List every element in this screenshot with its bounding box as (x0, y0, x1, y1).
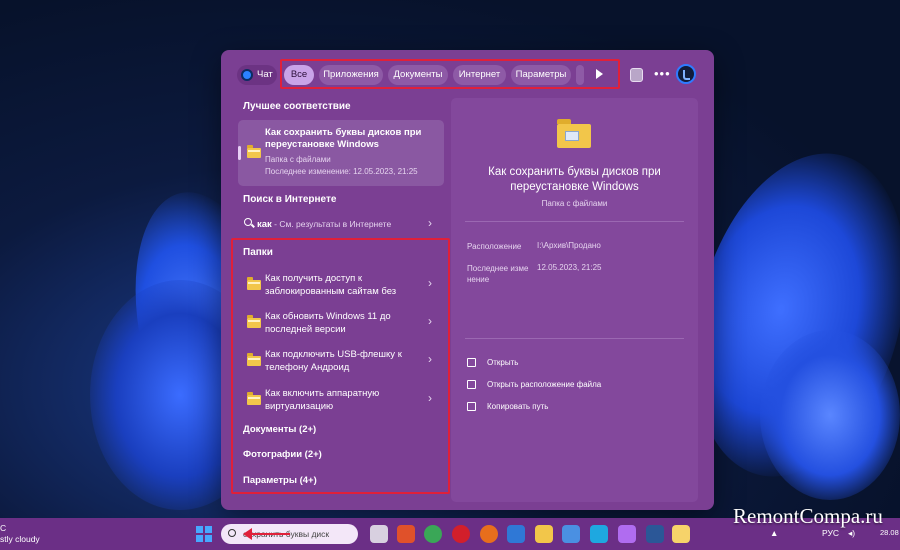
folder-icon (247, 145, 261, 158)
copy-icon (467, 402, 476, 411)
folder-result[interactable]: Как получить доступ к заблокированным са… (238, 270, 444, 304)
modified-value: 12.05.2023, 21:25 (537, 263, 602, 272)
open-location-label: Открыть расположение файла (487, 380, 602, 389)
language-indicator[interactable]: РУС (822, 528, 839, 538)
folder-result[interactable]: Как обновить Windows 11 до последней вер… (238, 308, 444, 342)
category-documents[interactable]: Документы (2+) (243, 424, 316, 435)
annotation-arrow-head (243, 528, 252, 540)
copy-path-action[interactable]: Копировать путь (467, 400, 548, 414)
word-icon[interactable] (646, 525, 664, 543)
filter-chip-all[interactable]: Все (284, 65, 314, 85)
best-match-card[interactable]: Как сохранить буквы дисков при переустан… (238, 120, 444, 186)
chat-label: Чат (257, 69, 273, 80)
preview-pane: Как сохранить буквы дисков при переустан… (451, 98, 698, 502)
pen-icon[interactable] (562, 525, 580, 543)
file-explorer-icon[interactable] (535, 525, 553, 543)
speaker-icon[interactable]: ◂) (848, 528, 855, 539)
open-action[interactable]: Открыть (467, 356, 518, 370)
copy-path-label: Копировать путь (487, 402, 549, 411)
folder-result[interactable]: Как включить аппаратную виртуализацию › (238, 385, 444, 419)
opera-icon[interactable] (452, 525, 470, 543)
preview-title: Как сохранить буквы дисков при переустан… (488, 166, 661, 193)
chevron-right-icon: › (428, 391, 432, 405)
open-location-action[interactable]: Открыть расположение файла (467, 378, 601, 392)
folder-result-label: Как получить доступ к заблокированным са… (265, 273, 397, 297)
app-icon[interactable] (397, 525, 415, 543)
chevron-right-icon: › (428, 276, 432, 290)
app-icon[interactable] (507, 525, 525, 543)
bing-icon[interactable] (676, 64, 696, 84)
folders-heading: Папки (243, 247, 273, 258)
folder-result-label: Как включить аппаратную виртуализацию (265, 388, 380, 412)
copilot-icon[interactable] (618, 525, 636, 543)
filter-chip-internet[interactable]: Интернет (453, 65, 506, 85)
divider (465, 221, 684, 222)
search-panel: Чат Все Приложения Документы Интернет Па… (221, 50, 714, 510)
annotation-arrow (250, 533, 290, 535)
web-result-text: как - См. результаты в Интернете (257, 219, 391, 230)
weather-temp: C (0, 523, 7, 533)
web-suffix: - См. результаты в Интернете (271, 219, 392, 229)
filter-chip-overflow[interactable] (576, 65, 584, 85)
best-match-type: Папка с файлами (265, 155, 331, 164)
folder-icon (557, 119, 591, 148)
chevron-right-icon: › (428, 216, 432, 230)
folder-icon (247, 392, 261, 405)
weather-condition: stly cloudy (0, 534, 40, 544)
preview-type: Папка с файлами (541, 199, 608, 208)
folder-result-label: Как обновить Windows 11 до последней вер… (265, 311, 391, 335)
play-icon[interactable] (596, 69, 603, 79)
search-icon (228, 529, 236, 537)
best-match-modified: Последнее изменение: 12.05.2023, 21:25 (265, 167, 418, 176)
task-view-icon[interactable] (370, 525, 388, 543)
folder-icon (247, 353, 261, 366)
filter-chip-documents[interactable]: Документы (388, 65, 448, 85)
modified-label: Последнее изме нение (467, 264, 529, 284)
best-match-title: Как сохранить буквы дисков при переустан… (265, 127, 422, 150)
windows-start-icon[interactable] (196, 526, 212, 542)
open-external-icon (467, 358, 476, 367)
folder-icon (247, 315, 261, 328)
chevron-right-icon: › (428, 314, 432, 328)
chrome-icon[interactable] (424, 525, 442, 543)
filter-chip-apps[interactable]: Приложения (319, 65, 383, 85)
clock[interactable]: 28.08 (880, 528, 899, 537)
location-value: I:\Архив\Продано (537, 241, 601, 250)
category-settings[interactable]: Параметры (4+) (243, 475, 317, 486)
web-heading: Поиск в Интернете (243, 194, 337, 205)
bing-icon (241, 69, 253, 81)
skype-icon[interactable] (590, 525, 608, 543)
more-icon[interactable]: ••• (654, 66, 671, 81)
watermark: RemontCompa.ru (733, 504, 883, 528)
tray-chevron-icon[interactable]: ▲ (770, 528, 778, 538)
folder-result[interactable]: Как подключить USB-флешку к телефону Анд… (238, 346, 444, 380)
filter-bar: Чат Все Приложения Документы Интернет Па… (221, 59, 714, 89)
folder-open-icon (467, 380, 476, 389)
clipboard-icon[interactable] (630, 68, 643, 82)
location-label: Расположение (467, 242, 522, 251)
chevron-right-icon: › (428, 352, 432, 366)
filter-chip-settings[interactable]: Параметры (511, 65, 571, 85)
wallpaper-bloom (760, 330, 900, 500)
folder-result-label: Как подключить USB-флешку к телефону Анд… (265, 349, 402, 373)
firefox-icon[interactable] (480, 525, 498, 543)
weather-widget[interactable]: C stly cloudy (0, 523, 40, 545)
best-match-heading: Лучшее соответствие (243, 101, 351, 112)
web-query: как (257, 219, 272, 230)
chat-chip[interactable]: Чат (237, 65, 277, 85)
selection-accent (238, 146, 241, 160)
category-photos[interactable]: Фотографии (2+) (243, 449, 322, 460)
divider (465, 338, 684, 339)
open-action-label: Открыть (487, 358, 519, 367)
search-icon (244, 218, 252, 226)
folder-icon (247, 277, 261, 290)
web-search-result[interactable]: как - См. результаты в Интернете › (238, 212, 444, 236)
app-icon[interactable] (672, 525, 690, 543)
